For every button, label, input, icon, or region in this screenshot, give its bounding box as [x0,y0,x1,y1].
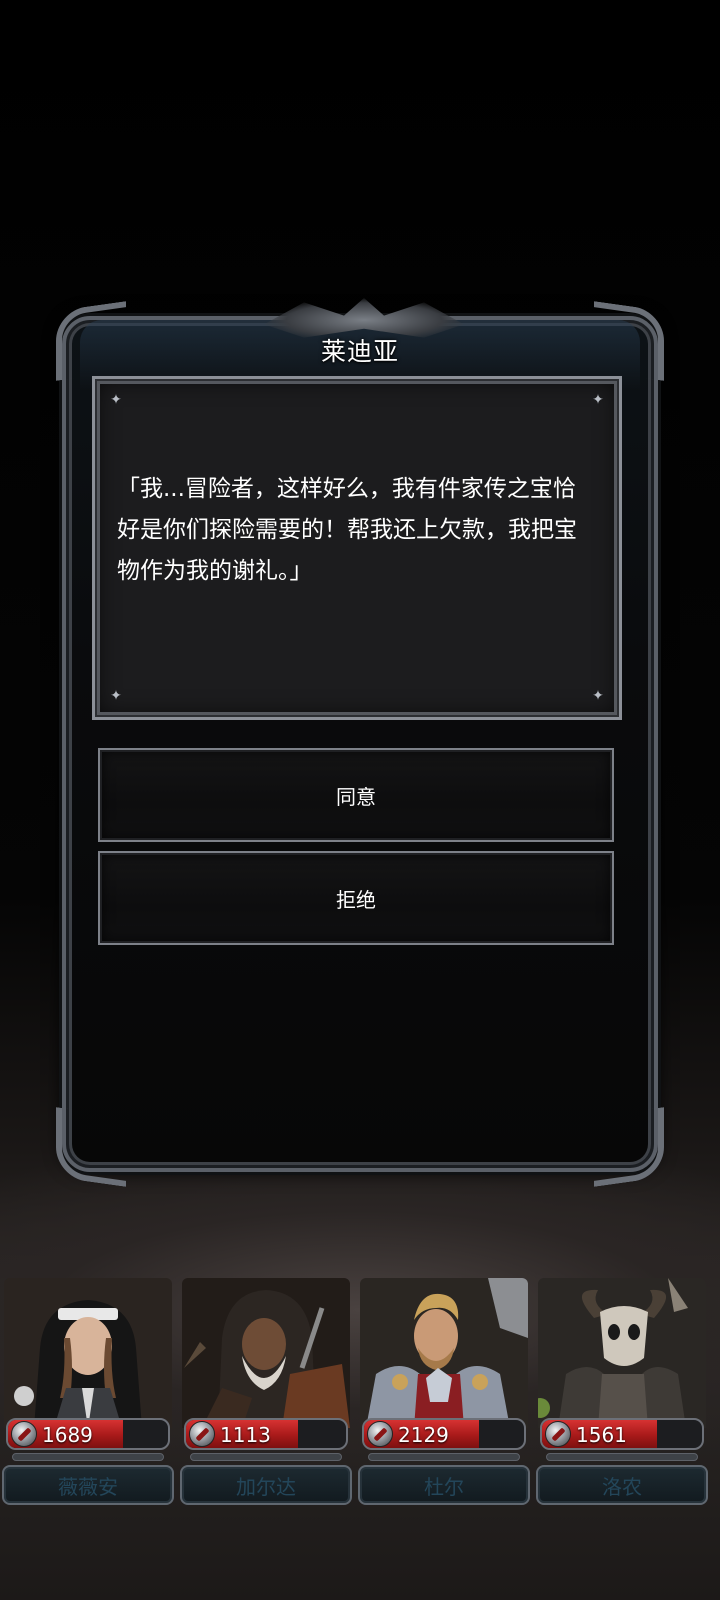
sparkle-icon: ✦ [110,688,122,704]
dialog-title: 莱迪亚 [320,337,399,366]
hero-name: 杜尔 [358,1465,530,1505]
hero-name: 薇薇安 [2,1465,174,1505]
hp-bar: 1561 [540,1418,704,1450]
energy-bar [368,1453,520,1461]
message-panel: ✦ ✦ ✦ ✦ 「我...冒险者，这样好么，我有件家传之宝恰好是你们探险需要的！… [92,376,622,720]
hero-name: 洛农 [536,1465,708,1505]
hp-bar: 1689 [6,1418,170,1450]
refuse-button[interactable]: 拒绝 [98,851,614,945]
energy-bar [12,1453,164,1461]
hp-value: 2129 [398,1423,449,1447]
sword-emblem-icon [545,1421,571,1447]
hero-card[interactable]: 1689 薇薇安 [0,1268,176,1538]
sparkle-icon: ✦ [592,392,604,408]
hp-value: 1689 [42,1423,93,1447]
sparkle-icon: ✦ [592,688,604,704]
energy-bar [546,1453,698,1461]
hp-value: 1561 [576,1423,627,1447]
hp-value: 1113 [220,1423,271,1447]
armored-paladin-portrait-icon [360,1278,528,1428]
ornament-corner-icon [56,1107,126,1187]
dialog-message: 「我...冒险者，这样好么，我有件家传之宝恰好是你们探险需要的！帮我还上欠款，我… [117,476,577,584]
hp-bar: 2129 [362,1418,526,1450]
ornament-corner-icon [594,1107,664,1187]
hero-party: 1689 薇薇安 1113 加尔达 2129 杜尔 1561 洛农 [0,1268,720,1558]
hero-card[interactable]: 2129 杜尔 [356,1268,532,1538]
hero-card[interactable]: 1561 洛农 [534,1268,710,1538]
game-screen: 莱迪亚 ✦ ✦ ✦ ✦ 「我...冒险者，这样好么，我有件家传之宝恰好是你们探险… [0,0,720,1600]
sword-emblem-icon [189,1421,215,1447]
nun-heroine-portrait-icon [4,1278,172,1428]
hero-card[interactable]: 1113 加尔达 [178,1268,354,1538]
hp-bar: 1113 [184,1418,348,1450]
energy-bar [190,1453,342,1461]
agree-button[interactable]: 同意 [98,748,614,842]
skull-masked-beast-portrait-icon [538,1278,706,1428]
hero-name: 加尔达 [180,1465,352,1505]
hooded-old-warrior-portrait-icon [182,1278,350,1428]
sword-emblem-icon [11,1421,37,1447]
sword-emblem-icon [367,1421,393,1447]
sparkle-icon: ✦ [110,392,122,408]
event-dialog: 莱迪亚 ✦ ✦ ✦ ✦ 「我...冒险者，这样好么，我有件家传之宝恰好是你们探险… [56,298,664,1187]
